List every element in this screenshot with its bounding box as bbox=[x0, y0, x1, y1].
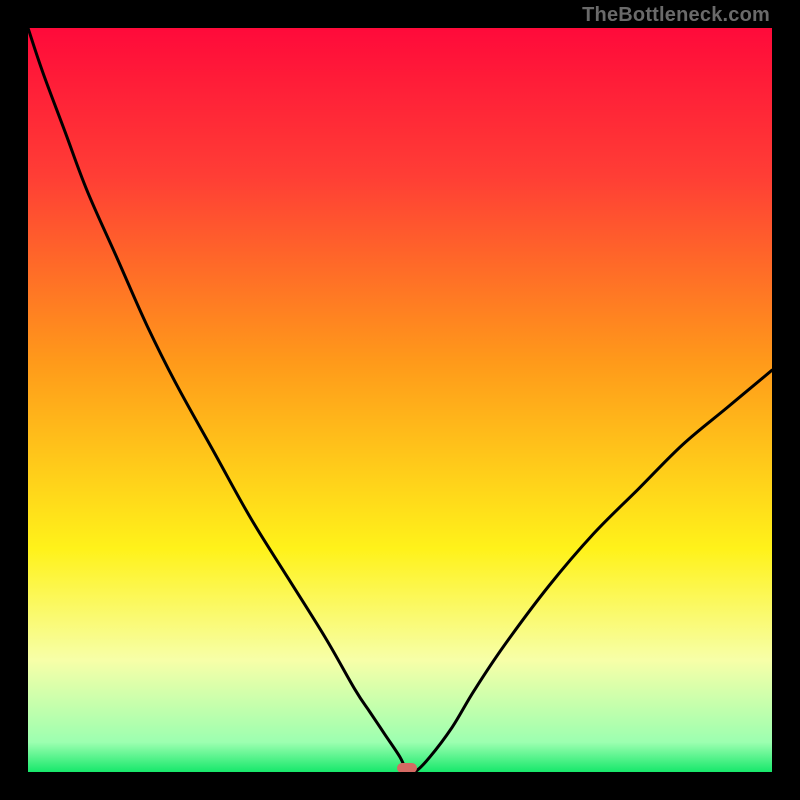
chart-frame: TheBottleneck.com bbox=[0, 0, 800, 800]
plot-area bbox=[28, 28, 772, 772]
watermark-text: TheBottleneck.com bbox=[582, 4, 770, 27]
bottleneck-curve bbox=[28, 28, 772, 772]
minimum-marker bbox=[397, 763, 417, 772]
